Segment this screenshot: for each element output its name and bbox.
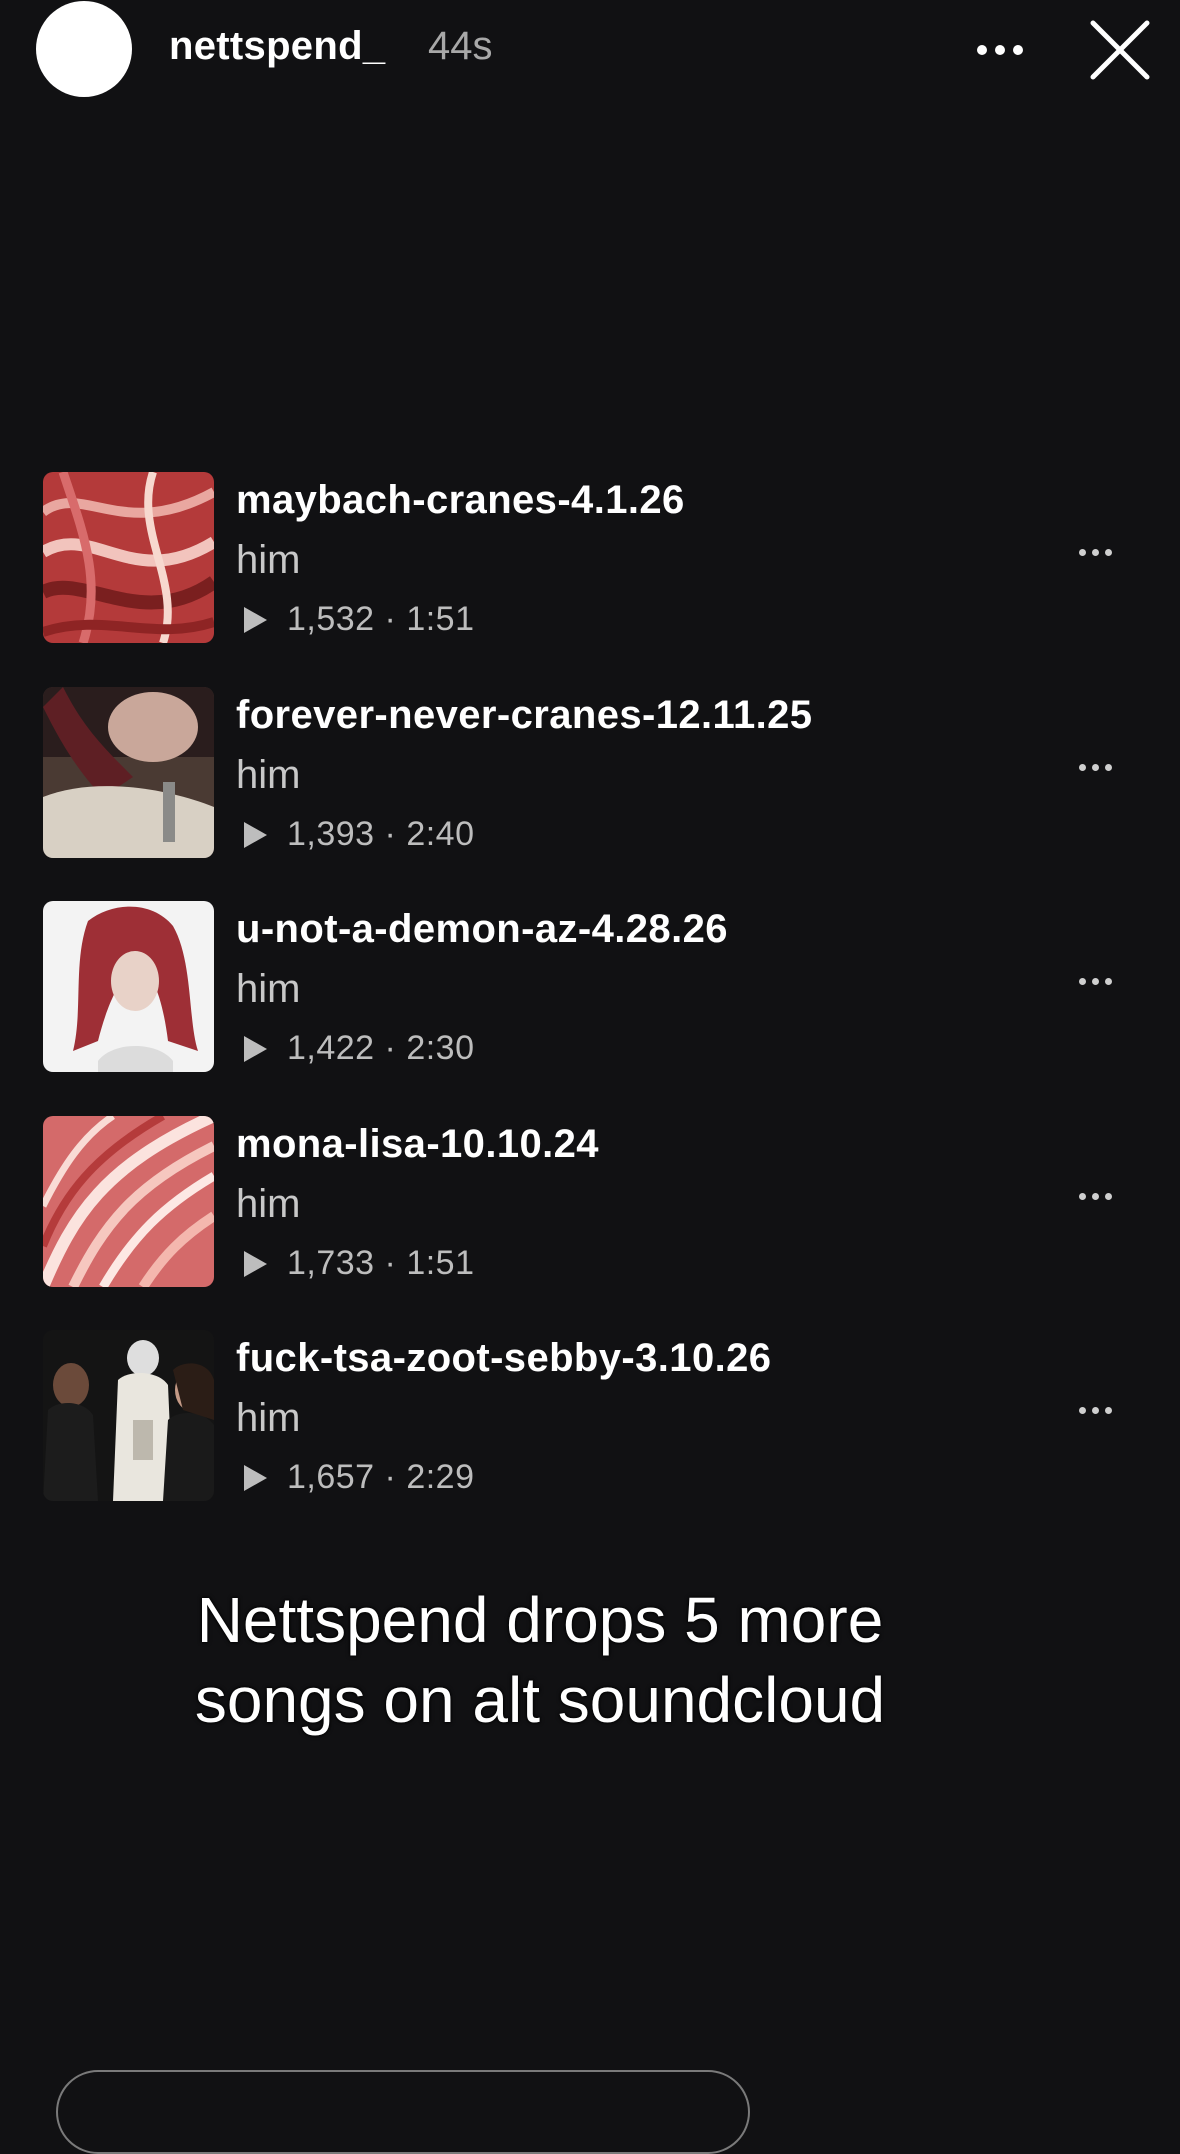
track-more-button[interactable] <box>1070 1390 1120 1430</box>
track-artist[interactable]: him <box>236 1182 300 1227</box>
track-title[interactable]: mona-lisa-10.10.24 <box>236 1122 599 1167</box>
more-horizontal-icon <box>977 45 1023 55</box>
track-row[interactable]: u-not-a-demon-az-4.28.26 him 1,422 · 2:3… <box>0 901 1180 1073</box>
caption-line: Nettspend drops 5 more <box>196 1584 884 1656</box>
track-title[interactable]: u-not-a-demon-az-4.28.26 <box>236 907 728 952</box>
track-duration: 1:51 <box>406 600 475 638</box>
play-icon <box>244 821 267 848</box>
play-icon <box>244 1464 267 1491</box>
story-header: nettspend_ 44s <box>0 0 1180 100</box>
track-duration: 1:51 <box>406 1244 475 1282</box>
track-artist[interactable]: him <box>236 538 300 583</box>
track-plays: 1,733 <box>287 1244 375 1282</box>
track-artist[interactable]: him <box>236 967 300 1012</box>
track-title[interactable]: fuck-tsa-zoot-sebby-3.10.26 <box>236 1336 771 1381</box>
play-icon <box>244 1250 267 1277</box>
track-artist[interactable]: him <box>236 753 300 798</box>
track-cover[interactable] <box>43 1116 214 1287</box>
story-caption: Nettspend drops 5 more songs on alt soun… <box>0 1580 1080 1740</box>
track-duration: 2:29 <box>406 1458 475 1496</box>
story-more-button[interactable] <box>970 20 1030 80</box>
track-cover[interactable] <box>43 901 214 1072</box>
track-row[interactable]: mona-lisa-10.10.24 him 1,733 · 1:51 <box>0 1116 1180 1288</box>
more-horizontal-icon <box>1078 548 1112 556</box>
track-more-button[interactable] <box>1070 747 1120 787</box>
track-stats: 1,733 · 1:51 <box>244 1244 475 1283</box>
track-stats: 1,532 · 1:51 <box>244 600 475 639</box>
track-artist[interactable]: him <box>236 1396 300 1441</box>
avatar[interactable] <box>36 1 132 97</box>
track-stats: 1,422 · 2:30 <box>244 1029 475 1068</box>
track-stats: 1,657 · 2:29 <box>244 1458 475 1497</box>
play-icon <box>244 1035 267 1062</box>
track-cover[interactable] <box>43 687 214 858</box>
story-time-ago: 44s <box>428 24 493 68</box>
track-row[interactable]: forever-never-cranes-12.11.25 him 1,393 … <box>0 687 1180 859</box>
track-stats: 1,393 · 2:40 <box>244 815 475 854</box>
track-row[interactable]: fuck-tsa-zoot-sebby-3.10.26 him 1,657 · … <box>0 1330 1180 1502</box>
more-horizontal-icon <box>1078 977 1112 985</box>
track-title[interactable]: maybach-cranes-4.1.26 <box>236 478 685 523</box>
track-plays: 1,657 <box>287 1458 375 1496</box>
track-title[interactable]: forever-never-cranes-12.11.25 <box>236 693 812 738</box>
track-more-button[interactable] <box>1070 532 1120 572</box>
track-cover[interactable] <box>43 1330 214 1501</box>
track-duration: 2:30 <box>406 1029 475 1067</box>
track-plays: 1,393 <box>287 815 375 853</box>
reply-input[interactable] <box>56 2070 750 2154</box>
track-cover[interactable] <box>43 472 214 643</box>
caption-line: songs on alt soundcloud <box>194 1664 886 1736</box>
play-icon <box>244 606 267 633</box>
track-plays: 1,532 <box>287 600 375 638</box>
track-duration: 2:40 <box>406 815 475 853</box>
close-icon <box>1090 20 1150 80</box>
username[interactable]: nettspend_ <box>169 24 385 69</box>
more-horizontal-icon <box>1078 1192 1112 1200</box>
track-row[interactable]: maybach-cranes-4.1.26 him 1,532 · 1:51 <box>0 472 1180 644</box>
more-horizontal-icon <box>1078 763 1112 771</box>
track-plays: 1,422 <box>287 1029 375 1067</box>
close-button[interactable] <box>1086 16 1154 84</box>
track-more-button[interactable] <box>1070 961 1120 1001</box>
track-more-button[interactable] <box>1070 1176 1120 1216</box>
more-horizontal-icon <box>1078 1406 1112 1414</box>
